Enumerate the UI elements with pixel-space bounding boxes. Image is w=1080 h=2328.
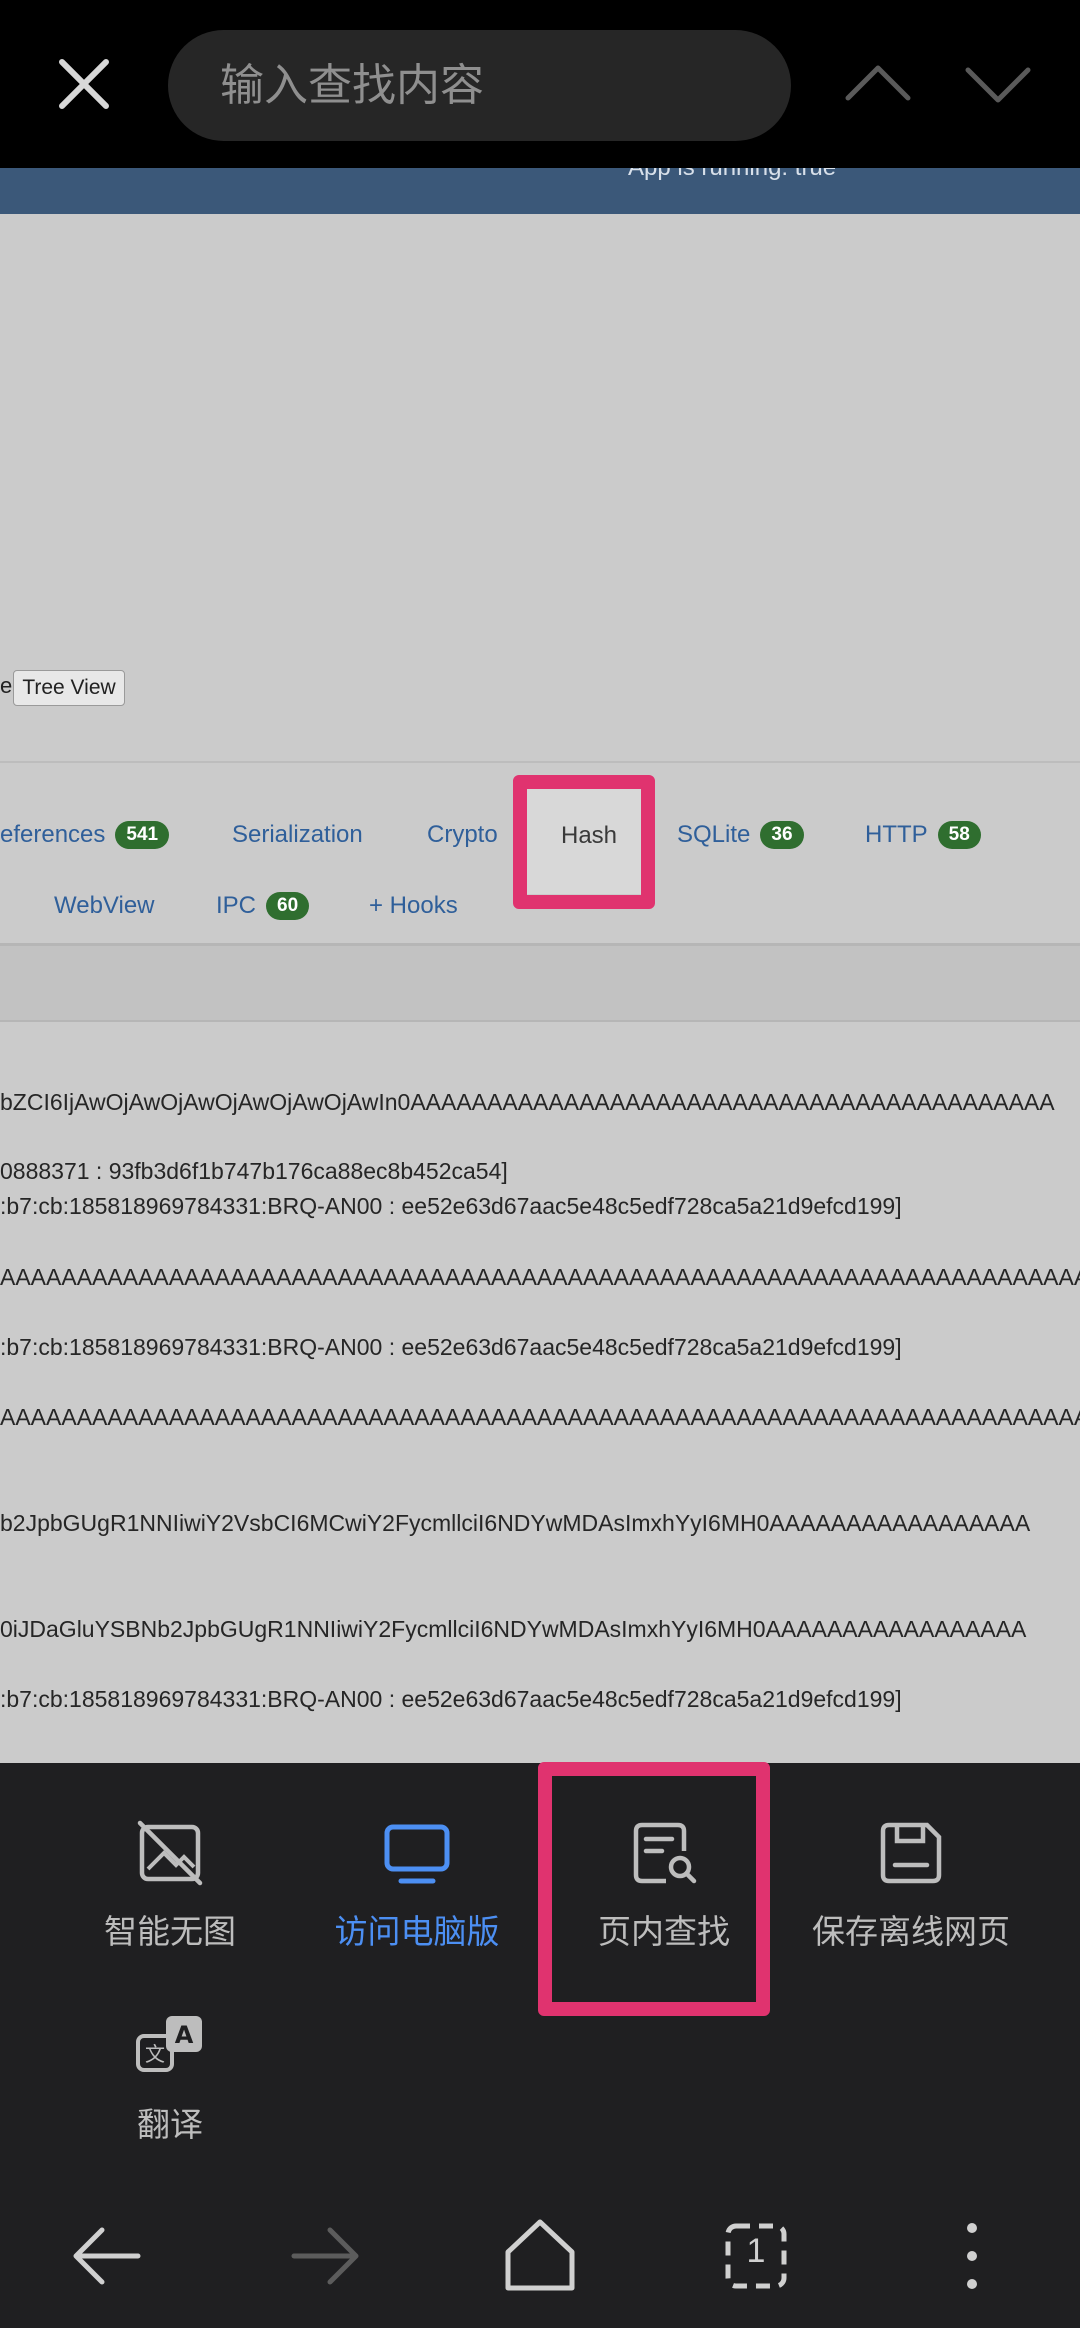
close-icon[interactable] bbox=[46, 46, 122, 122]
more-icon[interactable] bbox=[912, 2200, 1032, 2310]
svg-text:文: 文 bbox=[145, 2042, 165, 2066]
app-status-text: App is running: true bbox=[628, 168, 836, 182]
no-image-icon bbox=[137, 1820, 203, 1886]
highlight-box bbox=[513, 775, 655, 909]
tab-label: eferences bbox=[0, 821, 106, 848]
log-line: AAAAAAAAAAAAAAAAAAAAAAAAAAAAAAAAAAAAAAAA… bbox=[0, 1264, 1080, 1290]
search-field[interactable] bbox=[168, 30, 791, 141]
desktop-icon bbox=[384, 1824, 450, 1884]
tab-ipc[interactable]: IPC 60 bbox=[216, 888, 310, 924]
log-line: 0iJDaGluYSBNb2JpbGUgR1NNIiwiY2FycmllciI6… bbox=[0, 1616, 1027, 1642]
find-bar bbox=[0, 0, 1080, 168]
save-icon bbox=[880, 1822, 942, 1884]
count-badge: 36 bbox=[760, 821, 804, 849]
tab-label: IPC bbox=[216, 892, 257, 919]
back-icon[interactable] bbox=[48, 2200, 168, 2310]
web-page[interactable]: App is running: true e Tree View eferenc… bbox=[0, 168, 1080, 1763]
menu-item-translate[interactable]: 文 A 翻译 bbox=[50, 1958, 290, 2148]
log-line: AAAAAAAAAAAAAAAAAAAAAAAAAAAAAAAAAAAAAAAA… bbox=[0, 1404, 1080, 1430]
count-badge: 60 bbox=[266, 892, 310, 920]
tab-label: Crypto bbox=[427, 821, 498, 848]
tree-view-button[interactable]: Tree View bbox=[13, 670, 125, 706]
log-line: b2JpbGUgR1NNIiwiY2VsbCI6MCwiY2FycmllciI6… bbox=[0, 1510, 1031, 1536]
log-line: :b7:cb:185818969784331:BRQ-AN00 : ee52e6… bbox=[0, 1193, 902, 1219]
tab-references[interactable]: eferences 541 bbox=[0, 817, 170, 853]
tree-prefix-text: e bbox=[0, 673, 13, 698]
log-line: bZCI6IjAwOjAwOjAwOjAwOjAwOjAwIn0AAAAAAAA… bbox=[0, 1089, 1055, 1115]
log-line: :b7:cb:185818969784331:BRQ-AN00 : ee52e6… bbox=[0, 1334, 902, 1360]
highlight-box bbox=[538, 1762, 770, 2016]
menu-item-no-image[interactable]: 智能无图 bbox=[50, 1765, 290, 1955]
menu-item-desktop-mode[interactable]: 访问电脑版 bbox=[297, 1765, 537, 1955]
search-input[interactable] bbox=[218, 59, 742, 112]
count-badge: 58 bbox=[937, 821, 981, 849]
tab-label: SQLite bbox=[677, 821, 751, 848]
menu-item-label: 翻译 bbox=[137, 2105, 203, 2144]
translate-icon: 文 A bbox=[136, 2016, 202, 2072]
chevron-up-icon[interactable] bbox=[838, 52, 918, 116]
tabs-icon[interactable]: 1 bbox=[696, 2200, 816, 2310]
home-icon[interactable] bbox=[480, 2200, 600, 2310]
tab-label: Serialization bbox=[232, 821, 363, 848]
tab-serialization[interactable]: Serialization bbox=[232, 817, 363, 853]
chevron-down-icon[interactable] bbox=[958, 52, 1038, 116]
log-line: :b7:cb:185818969784331:BRQ-AN00 : ee52e6… bbox=[0, 1686, 902, 1712]
tab-label: WebView bbox=[54, 892, 155, 919]
forward-icon[interactable] bbox=[264, 2200, 384, 2310]
tab-hooks[interactable]: + Hooks bbox=[369, 888, 458, 924]
tab-count: 1 bbox=[746, 2232, 766, 2270]
tab-webview[interactable]: WebView bbox=[54, 888, 155, 924]
app-header-bar: App is running: true bbox=[0, 168, 1080, 214]
menu-item-save-offline[interactable]: 保存离线网页 bbox=[791, 1765, 1031, 1955]
section-header-bar bbox=[0, 946, 1080, 1022]
log-line: 0888371 : 93fb3d6f1b747b176ca88ec8b452ca… bbox=[0, 1158, 508, 1184]
tab-label: + Hooks bbox=[369, 892, 458, 919]
tab-sqlite[interactable]: SQLite 36 bbox=[677, 817, 804, 853]
tab-crypto[interactable]: Crypto bbox=[427, 817, 498, 853]
svg-text:A: A bbox=[175, 2021, 194, 2049]
tab-http[interactable]: HTTP 58 bbox=[865, 817, 981, 853]
tab-label: HTTP bbox=[865, 821, 928, 848]
menu-item-label: 保存离线网页 bbox=[812, 1912, 1010, 1951]
divider bbox=[0, 761, 1080, 763]
menu-item-label: 智能无图 bbox=[104, 1912, 236, 1951]
count-badge: 541 bbox=[115, 821, 170, 849]
menu-item-label: 访问电脑版 bbox=[334, 1912, 500, 1951]
